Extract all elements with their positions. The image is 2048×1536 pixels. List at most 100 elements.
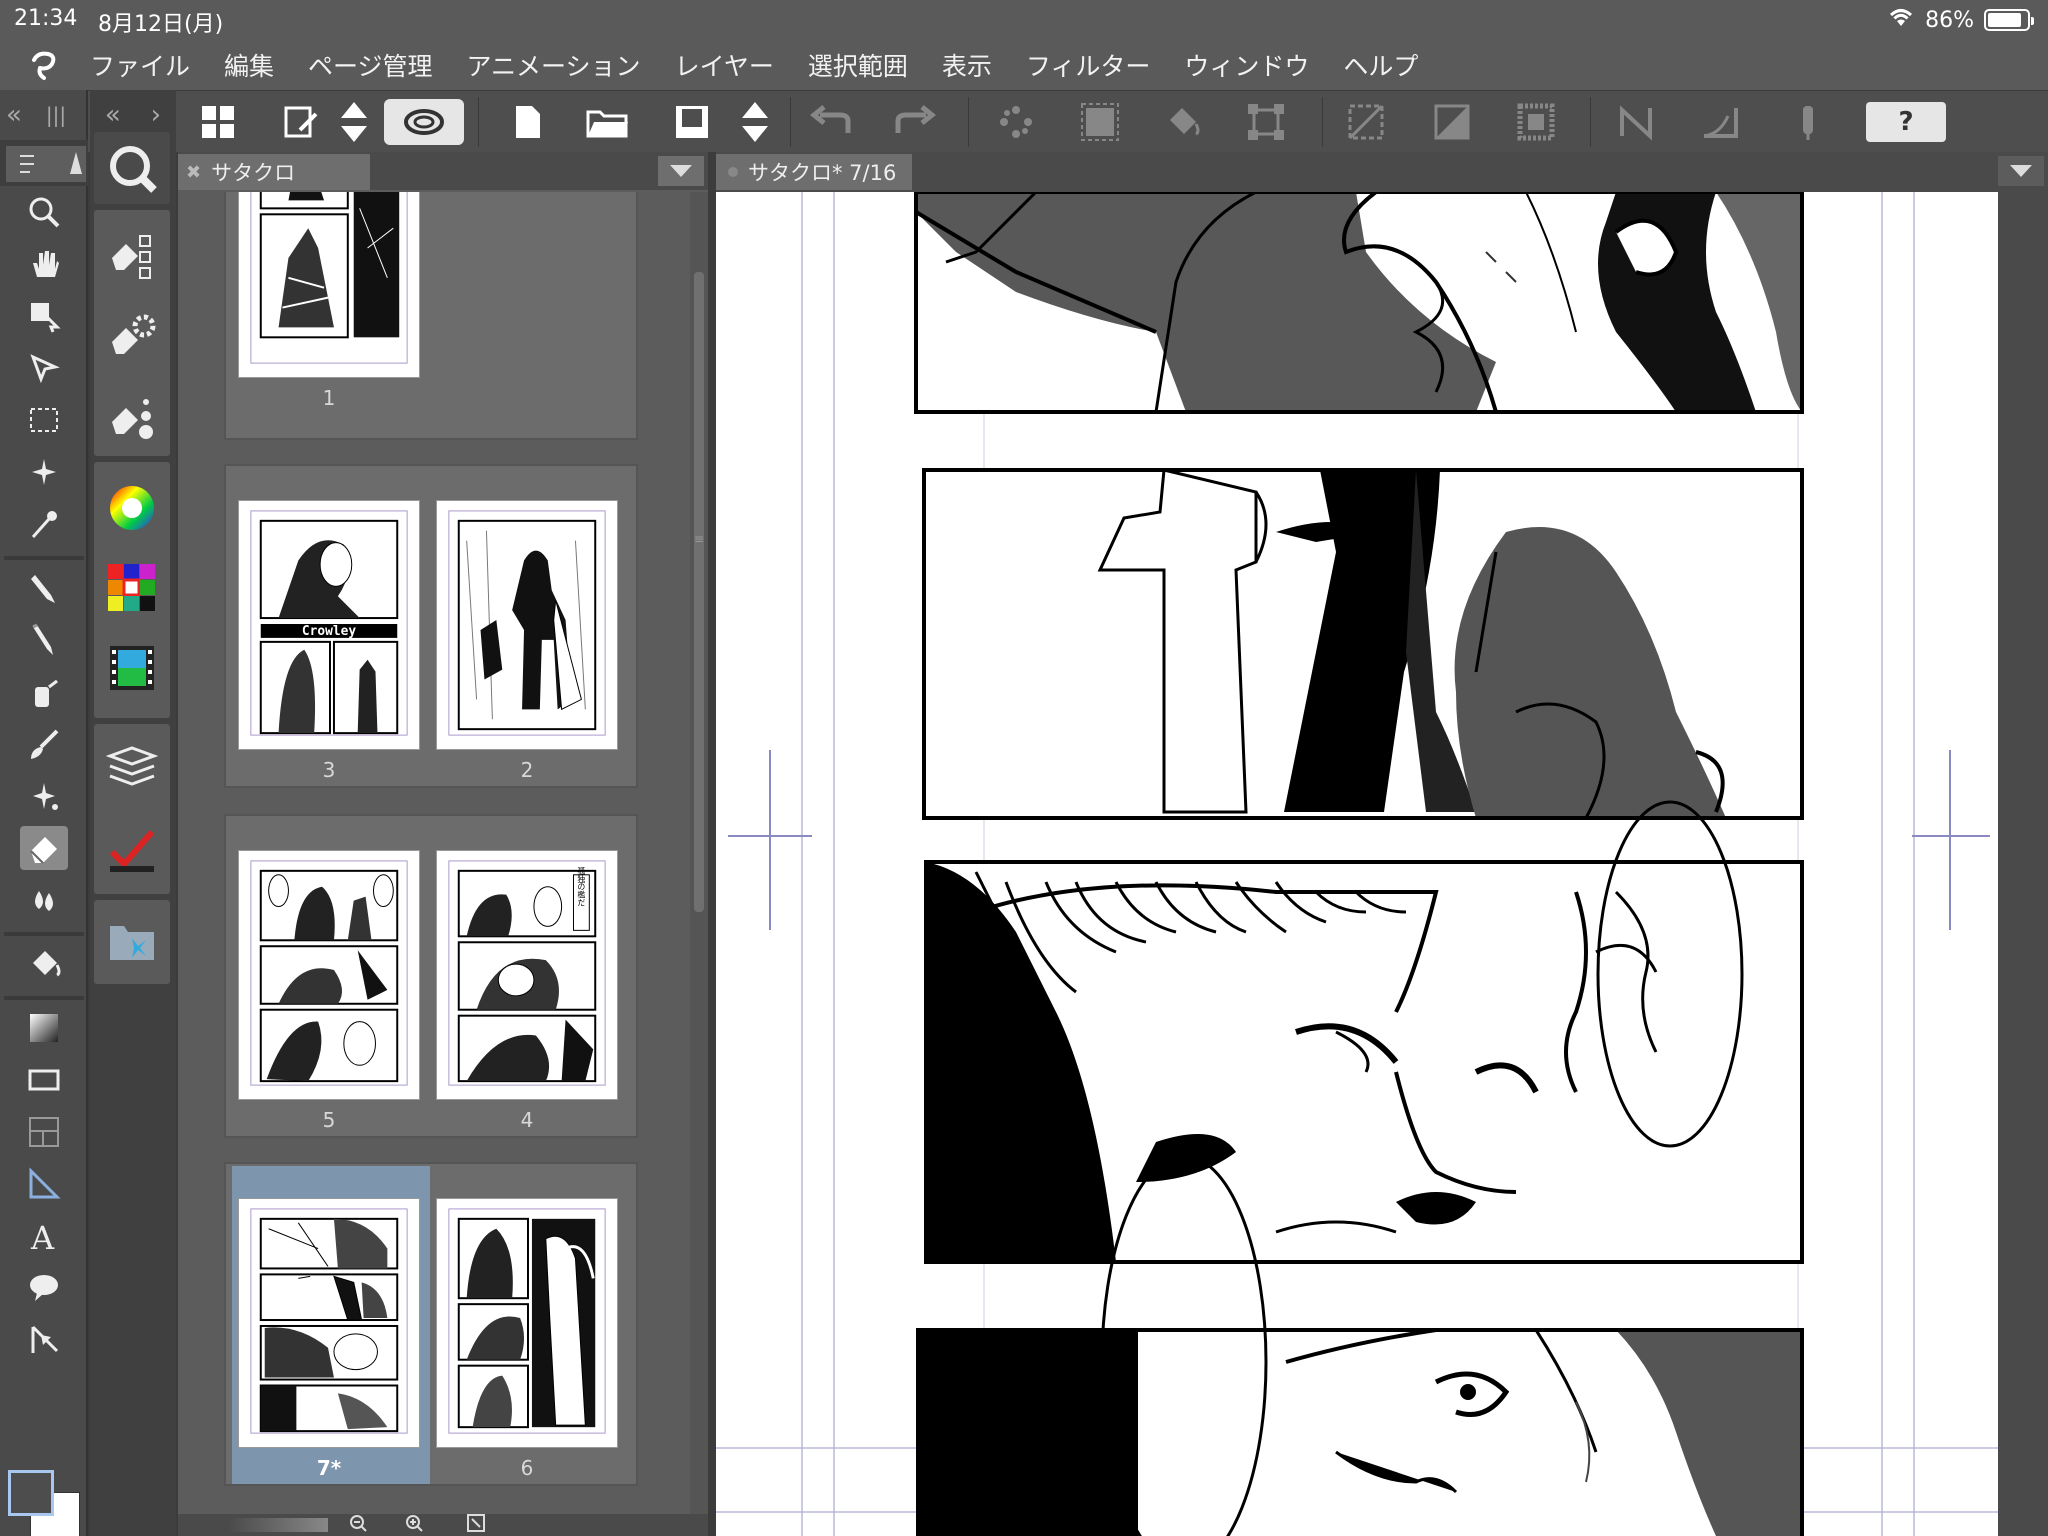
menu-edit[interactable]: 編集: [224, 47, 274, 83]
clear-selection-icon[interactable]: [1336, 99, 1396, 145]
menu-file[interactable]: ファイル: [90, 47, 190, 83]
eraser-icon[interactable]: [20, 826, 68, 870]
tool-settings-icon[interactable]: [106, 310, 158, 362]
gradient-icon[interactable]: [20, 1006, 68, 1050]
menu-window[interactable]: ウィンドウ: [1184, 47, 1309, 83]
page-thumbnail-list: 1 Crowley 3 2 5 孤独の檻だ 4 7* 6: [178, 192, 688, 1516]
menu-selection[interactable]: 選択範囲: [808, 47, 908, 83]
manga-canvas[interactable]: [716, 192, 1998, 1536]
animation-film-icon[interactable]: [106, 642, 158, 694]
scrollbar-thumb[interactable]: [694, 272, 704, 912]
zoom-in-icon[interactable]: [404, 1513, 424, 1536]
navigator-icon[interactable]: [106, 142, 158, 194]
sync-button[interactable]: [384, 99, 464, 145]
menu-view[interactable]: 表示: [942, 47, 992, 83]
redo-icon[interactable]: [884, 99, 944, 145]
ruler-snap-icon[interactable]: [1606, 99, 1666, 145]
page-thumbnail-2[interactable]: [436, 500, 618, 750]
tool-palette-collapse[interactable]: « |||: [0, 90, 88, 140]
help-button[interactable]: ?: [1866, 102, 1946, 142]
save-icon[interactable]: [662, 99, 722, 145]
color-set-icon[interactable]: [106, 562, 158, 614]
correct-line-icon[interactable]: [20, 1318, 68, 1362]
pen-stabilizer-icon[interactable]: [1778, 99, 1838, 145]
page-edit-icon[interactable]: [272, 99, 332, 145]
frame-border-icon[interactable]: [20, 1110, 68, 1154]
magic-wand-icon[interactable]: [20, 450, 68, 494]
close-icon[interactable]: ✖: [186, 162, 201, 183]
balloon-icon[interactable]: [20, 1266, 68, 1310]
undo-icon[interactable]: [802, 99, 862, 145]
status-right: 86%: [1887, 6, 2034, 34]
page-up-down-icon[interactable]: [728, 99, 782, 145]
brush-size-icon[interactable]: [106, 390, 158, 442]
app-logo-icon[interactable]: [0, 40, 90, 90]
menu-page-management[interactable]: ページ管理: [308, 47, 433, 83]
canvas-menu-button[interactable]: [1998, 156, 2044, 186]
move-arrow-icon[interactable]: [20, 346, 68, 390]
zoom-out-icon[interactable]: [348, 1513, 368, 1536]
bucket-fill-icon[interactable]: [1152, 99, 1212, 145]
collapse-left-icon[interactable]: «: [105, 100, 121, 130]
pencil-icon[interactable]: [20, 618, 68, 662]
invert-selection-icon[interactable]: [1422, 99, 1482, 145]
spread-4: 7* 6: [224, 1162, 638, 1486]
page-thumbnail-4[interactable]: 孤独の檻だ: [436, 850, 618, 1100]
page-thumbnail-1[interactable]: [238, 192, 420, 378]
scatter-dots-icon[interactable]: [986, 99, 1046, 145]
blend-icon[interactable]: [20, 878, 68, 922]
page-thumbnail-7[interactable]: [238, 1198, 420, 1448]
page-list-scrollbar[interactable]: ≡: [690, 192, 708, 1516]
page-manager-tab[interactable]: ✖ サタクロ: [178, 154, 370, 190]
text-icon[interactable]: A: [20, 1214, 68, 1258]
fill-selection-icon[interactable]: [1070, 99, 1130, 145]
material-folder-icon[interactable]: [106, 916, 158, 968]
selection-border-icon[interactable]: [1506, 99, 1566, 145]
open-folder-icon[interactable]: [578, 99, 638, 145]
ruler-icon[interactable]: [20, 1162, 68, 1206]
sub-tool-icon[interactable]: [106, 230, 158, 282]
brush-icon[interactable]: [20, 722, 68, 766]
menu-animation[interactable]: アニメーション: [467, 47, 641, 83]
airbrush-icon[interactable]: [20, 670, 68, 714]
color-wheel-icon[interactable]: [106, 482, 158, 534]
page-thumbnail-6[interactable]: [436, 1198, 618, 1448]
tool-palette: « ||| A: [0, 90, 88, 1536]
rectangle-icon[interactable]: [20, 1058, 68, 1102]
tool-tab[interactable]: [6, 146, 86, 182]
page-number: 6: [520, 1456, 534, 1480]
app-root: { "status": { "time": "21:34", "date": "…: [0, 0, 2048, 1536]
eyedropper-icon[interactable]: [20, 502, 68, 546]
zoom-icon[interactable]: [20, 190, 68, 234]
fill-bucket-icon[interactable]: [20, 942, 68, 986]
menu-filter[interactable]: フィルター: [1026, 47, 1151, 83]
new-file-icon[interactable]: [498, 99, 558, 145]
page-manager-title: サタクロ: [211, 161, 296, 185]
decoration-icon[interactable]: [20, 774, 68, 818]
foreground-color-swatch[interactable]: [8, 1470, 54, 1516]
transform-icon[interactable]: [1236, 99, 1296, 145]
pen-icon[interactable]: [20, 566, 68, 610]
panel-menu-button[interactable]: [658, 156, 704, 186]
marquee-select-icon[interactable]: [20, 398, 68, 442]
object-select-icon[interactable]: [20, 294, 68, 338]
page-number: 1: [322, 386, 336, 410]
layer-property-icon[interactable]: [106, 824, 158, 876]
hand-icon[interactable]: [20, 242, 68, 286]
special-ruler-icon[interactable]: [1690, 99, 1750, 145]
up-down-arrows-icon[interactable]: [334, 99, 374, 145]
page-thumbnail-3[interactable]: Crowley: [238, 500, 420, 750]
layers-icon[interactable]: [106, 742, 158, 794]
expand-right-icon[interactable]: ›: [151, 100, 161, 130]
wifi-icon: [1887, 6, 1915, 34]
page-thumbnail-5[interactable]: [238, 850, 420, 1100]
thumbnail-size-slider[interactable]: [228, 1518, 328, 1532]
menu-help[interactable]: ヘルプ: [1343, 47, 1418, 83]
menu-layer[interactable]: レイヤー: [675, 47, 774, 83]
fit-view-icon[interactable]: [466, 1513, 486, 1536]
collapse-left-icon[interactable]: «: [6, 100, 22, 130]
grid-view-icon[interactable]: [188, 99, 248, 145]
battery-percent: 86%: [1925, 7, 1974, 33]
page-number: 5: [322, 1108, 336, 1132]
canvas-document-tab[interactable]: サタクロ* 7/16: [716, 154, 912, 190]
